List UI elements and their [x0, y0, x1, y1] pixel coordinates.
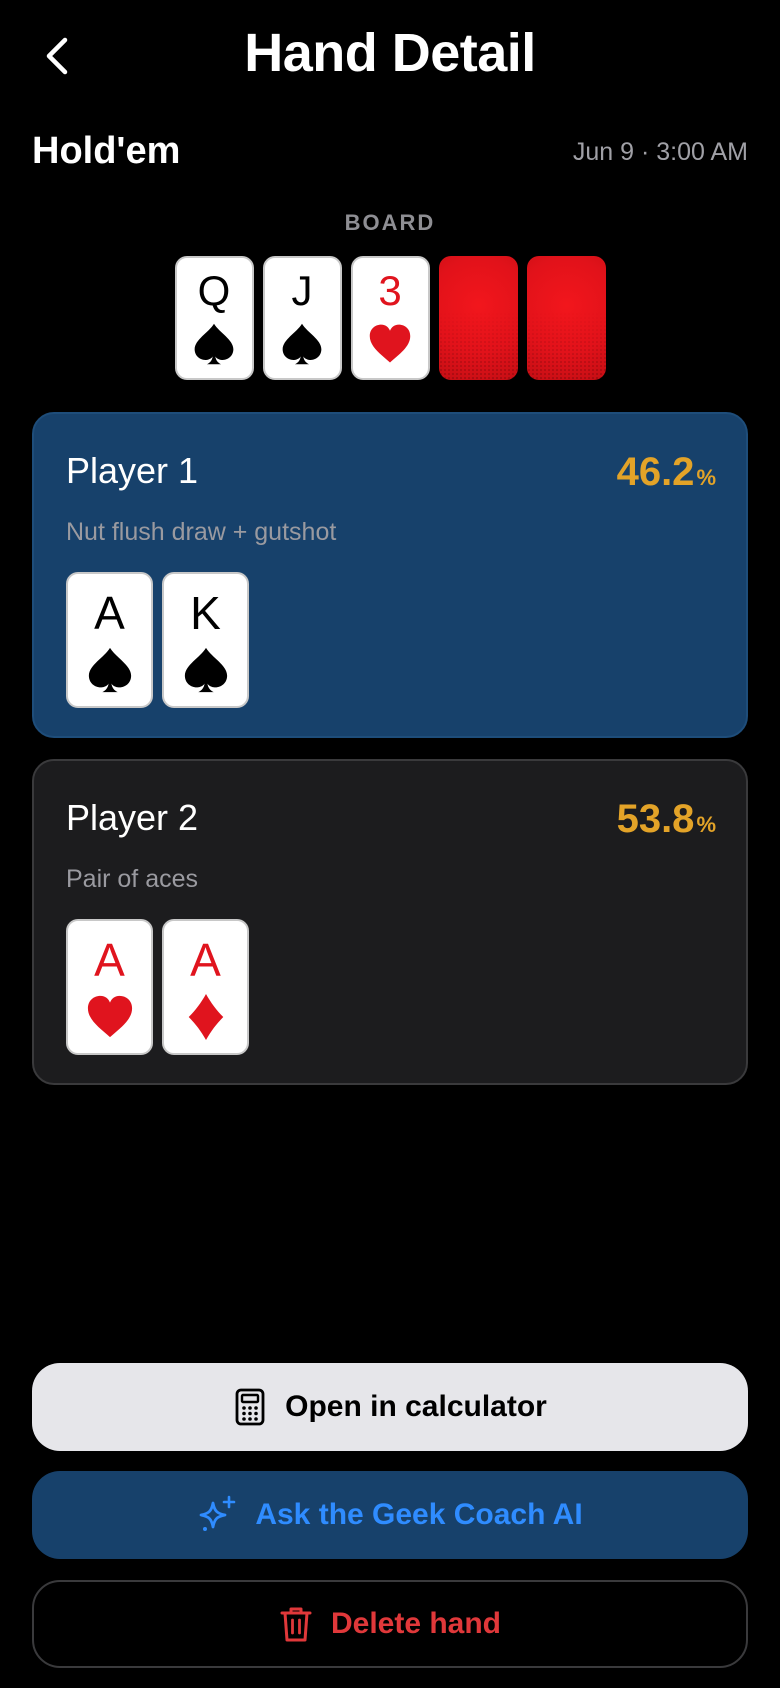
- hand-datetime: Jun 9 · 3:00 AM: [572, 138, 748, 166]
- player-panel-1[interactable]: Player 1 46.2% Nut flush draw + gutshot …: [32, 412, 748, 738]
- player-equity: 53.8%: [617, 797, 716, 842]
- player-name: Player 1: [66, 450, 199, 491]
- spade-icon: [88, 647, 131, 693]
- hole-card[interactable]: A: [66, 572, 153, 708]
- button-label: Open in calculator: [285, 1390, 547, 1423]
- open-calculator-button[interactable]: Open in calculator: [32, 1363, 748, 1451]
- equity-value: 46.2: [616, 450, 695, 494]
- hand-description: Pair of aces: [66, 865, 199, 893]
- equity-value: 53.8: [616, 797, 695, 841]
- heart-icon: [87, 995, 132, 1038]
- equity-unit: %: [696, 465, 716, 490]
- page-title: Hand Detail: [244, 23, 536, 83]
- player-equity: 46.2%: [617, 450, 716, 495]
- sparkles-icon: [197, 1495, 237, 1535]
- hole-card[interactable]: A: [66, 919, 153, 1055]
- board-card[interactable]: 3: [350, 256, 430, 380]
- trash-icon: [279, 1605, 313, 1643]
- player-panel-2[interactable]: Player 2 53.8% Pair of aces A A: [32, 759, 748, 1085]
- ask-coach-button[interactable]: Ask the Geek Coach AI: [32, 1471, 748, 1559]
- equity-unit: %: [696, 812, 716, 837]
- card-rank: Q: [197, 267, 231, 314]
- board-card[interactable]: J: [262, 256, 342, 380]
- hole-card[interactable]: A: [162, 919, 249, 1055]
- spade-icon: [184, 647, 227, 693]
- delete-hand-button[interactable]: Delete hand: [32, 1580, 748, 1668]
- card-rank: A: [94, 934, 125, 986]
- spade-icon: [282, 323, 322, 365]
- hole-cards: A A: [66, 919, 249, 1055]
- card-rank: K: [190, 587, 221, 639]
- board-card[interactable]: Q: [174, 256, 254, 380]
- board-label: BOARD: [344, 210, 436, 235]
- board-card-back[interactable]: [526, 256, 606, 380]
- calculator-icon: [233, 1388, 267, 1426]
- player-name: Player 2: [66, 797, 199, 838]
- hand-detail-screen: Hand Detail Hold'em Jun 9 · 3:00 AM BOAR…: [0, 0, 780, 1688]
- hole-cards: A K: [66, 572, 249, 708]
- card-rank: 3: [378, 267, 402, 314]
- hole-card[interactable]: K: [162, 572, 249, 708]
- game-type: Hold'em: [32, 130, 181, 172]
- board-cards: Q J 3: [0, 256, 780, 380]
- spade-icon: [194, 323, 234, 365]
- card-rank: A: [94, 587, 125, 639]
- card-rank: A: [190, 934, 221, 986]
- card-rank: J: [291, 267, 313, 314]
- diamond-icon: [188, 993, 223, 1041]
- header: Hand Detail: [0, 0, 780, 112]
- heart-icon: [369, 324, 411, 363]
- board-card-back[interactable]: [438, 256, 518, 380]
- button-label: Ask the Geek Coach AI: [255, 1498, 583, 1531]
- hand-description: Nut flush draw + gutshot: [66, 518, 337, 546]
- button-label: Delete hand: [330, 1607, 502, 1640]
